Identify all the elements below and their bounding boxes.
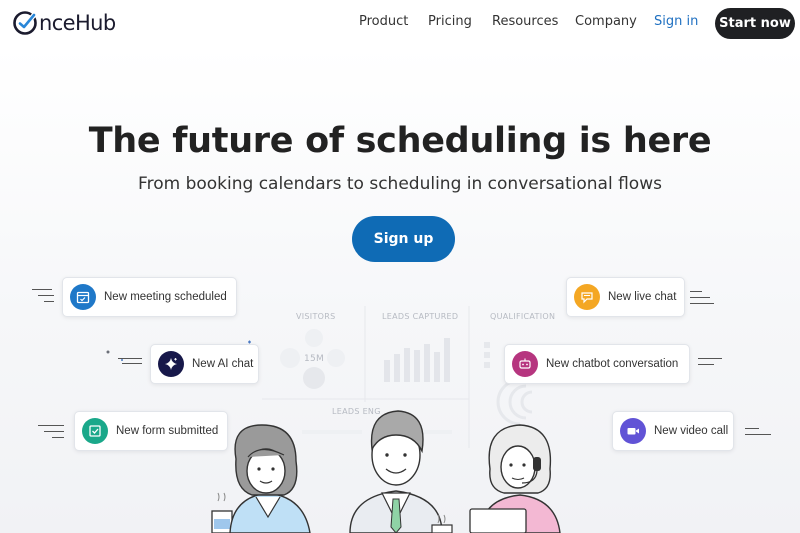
dash-label-visitors: VISITORS xyxy=(296,312,336,321)
notification-new-chatbot: New chatbot conversation xyxy=(504,344,690,384)
notification-new-ai-chat: New AI chat xyxy=(150,344,259,384)
nav-pricing[interactable]: Pricing xyxy=(428,14,472,29)
start-now-button[interactable]: Start now xyxy=(715,8,795,39)
form-check-icon xyxy=(82,418,108,444)
nav-resources[interactable]: Resources xyxy=(492,14,558,29)
hero-title: The future of scheduling is here xyxy=(88,121,712,161)
top-navbar: nceHub Product Pricing Resources Company… xyxy=(0,0,800,46)
main-nav: Product Pricing Resources Company Sign i… xyxy=(0,14,800,32)
dash-value-visitors: 15M xyxy=(304,354,325,364)
calendar-icon xyxy=(70,284,96,310)
people-graphic xyxy=(211,410,561,533)
notification-new-meeting: New meeting scheduled xyxy=(62,277,237,317)
woman-headset-figure xyxy=(469,424,561,533)
coffee-cup-icon xyxy=(211,492,233,533)
notification-new-live-chat: New live chat xyxy=(566,277,685,317)
notification-label: New video call xyxy=(654,425,729,437)
chatbot-icon xyxy=(512,351,538,377)
notification-label: New chatbot conversation xyxy=(546,358,679,370)
sign-up-button[interactable]: Sign up xyxy=(352,216,455,262)
chat-bubble-icon xyxy=(574,284,600,310)
people-illustration xyxy=(200,395,580,533)
notification-label: New live chat xyxy=(608,291,677,303)
nav-company[interactable]: Company xyxy=(575,14,637,29)
nav-sign-in[interactable]: Sign in xyxy=(654,14,698,29)
man-center-figure xyxy=(349,410,443,533)
notification-label: New meeting scheduled xyxy=(104,291,227,303)
woman-left-figure xyxy=(229,424,311,533)
dash-label-qualification: QUALIFICATION xyxy=(490,312,556,321)
nav-product[interactable]: Product xyxy=(359,14,408,29)
sparkle-icon xyxy=(158,351,184,377)
dash-label-leads-captured: LEADS CAPTURED xyxy=(382,312,459,321)
hero-subtitle: From booking calendars to scheduling in … xyxy=(138,174,662,194)
notification-label: New AI chat xyxy=(192,358,254,370)
video-camera-icon xyxy=(620,418,646,444)
notification-new-video-call: New video call xyxy=(612,411,734,451)
